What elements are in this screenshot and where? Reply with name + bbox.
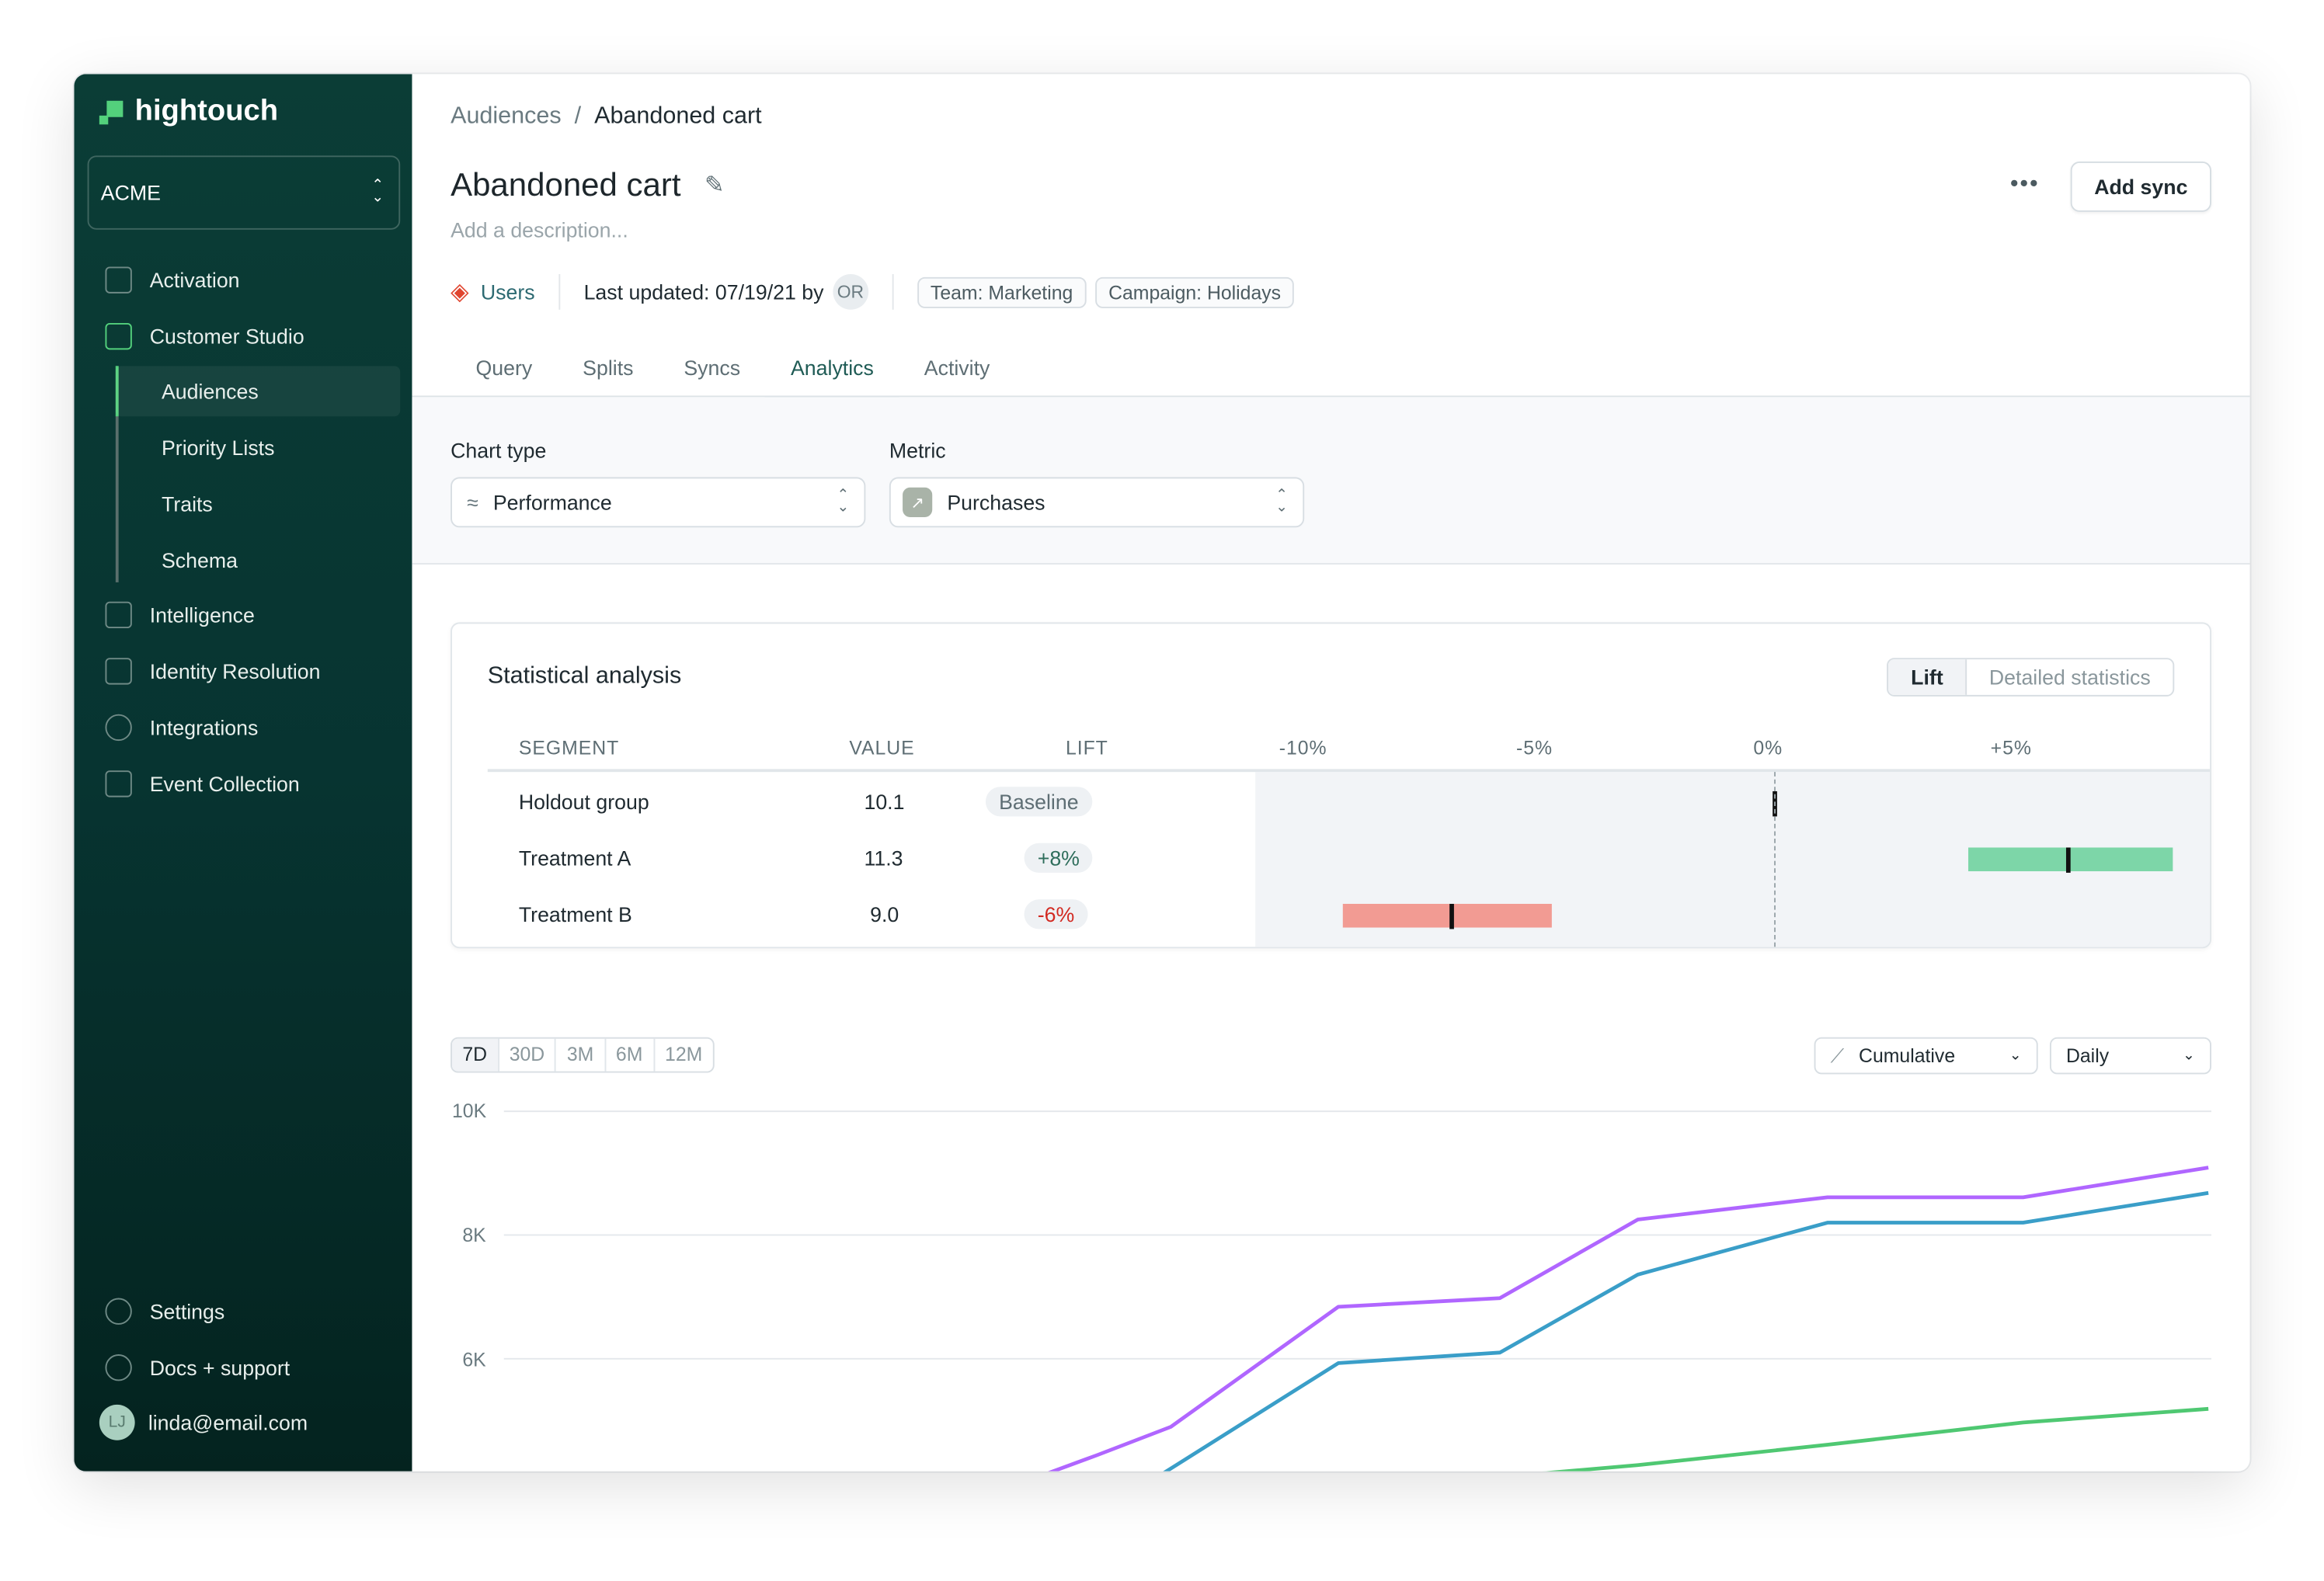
brand-name: hightouch xyxy=(134,95,279,128)
series-line-2 xyxy=(1543,1406,2209,1472)
intelligence-icon xyxy=(105,601,132,629)
lifebuoy-icon xyxy=(105,1354,132,1381)
sidebar-item-audiences[interactable]: Audiences xyxy=(115,366,401,417)
workspace-name: ACME xyxy=(100,180,161,205)
sidebar-item-intelligence[interactable]: Intelligence xyxy=(74,587,412,644)
label: Audiences xyxy=(161,379,259,404)
label: Intelligence xyxy=(149,603,255,627)
label: Settings xyxy=(149,1299,225,1323)
sidebar-item-event-collection[interactable]: Event Collection xyxy=(74,756,412,812)
sidebar-item-identity-resolution[interactable]: Identity Resolution xyxy=(74,643,412,700)
event-collection-icon xyxy=(105,770,132,797)
label: Event Collection xyxy=(149,772,300,796)
sidebar-item-settings[interactable]: Settings xyxy=(74,1283,412,1340)
label: Docs + support xyxy=(149,1355,290,1380)
chevron-up-down-icon: ⌃ ⌄ xyxy=(371,177,384,207)
sidebar-item-integrations[interactable]: Integrations xyxy=(74,700,412,756)
user-email: linda@email.com xyxy=(148,1410,308,1435)
sidebar-item-schema[interactable]: Schema xyxy=(116,535,400,585)
sidebar-item-activation[interactable]: Activation xyxy=(74,252,412,308)
series-line-0 xyxy=(1047,1166,2209,1472)
customer-studio-icon xyxy=(105,322,132,350)
logo[interactable]: hightouch xyxy=(99,95,278,129)
avatar: LJ xyxy=(99,1404,135,1440)
performance-chart xyxy=(503,1110,2211,1472)
sidebar: hightouch ACME ⌃ ⌄ Activation Customer Stu… xyxy=(74,74,412,1472)
activation-icon xyxy=(105,266,132,294)
hightouch-logo-icon xyxy=(99,99,124,124)
identity-icon xyxy=(105,658,132,685)
sidebar-item-priority-lists[interactable]: Priority Lists xyxy=(116,422,400,473)
label: Activation xyxy=(149,268,240,292)
label: Priority Lists xyxy=(161,435,275,460)
label: Identity Resolution xyxy=(149,659,321,683)
app-window: hightouch ACME ⌃ ⌄ Activation Customer Stu… xyxy=(74,74,2250,1472)
sidebar-item-docs[interactable]: Docs + support xyxy=(74,1340,412,1396)
gear-icon xyxy=(105,1298,132,1325)
main-content: Audiences / Abandoned cart Abandoned car… xyxy=(412,74,2250,1472)
workspace-selector[interactable]: ACME ⌃ ⌄ xyxy=(87,155,401,230)
label: Traits xyxy=(161,492,213,516)
sidebar-item-traits[interactable]: Traits xyxy=(116,478,400,529)
label: Schema xyxy=(161,548,238,572)
user-menu[interactable]: LJ linda@email.com xyxy=(74,1395,412,1451)
sidebar-item-customer-studio[interactable]: Customer Studio xyxy=(74,308,412,365)
label: Customer Studio xyxy=(149,324,304,349)
label: Integrations xyxy=(149,715,259,740)
integrations-icon xyxy=(105,714,132,742)
